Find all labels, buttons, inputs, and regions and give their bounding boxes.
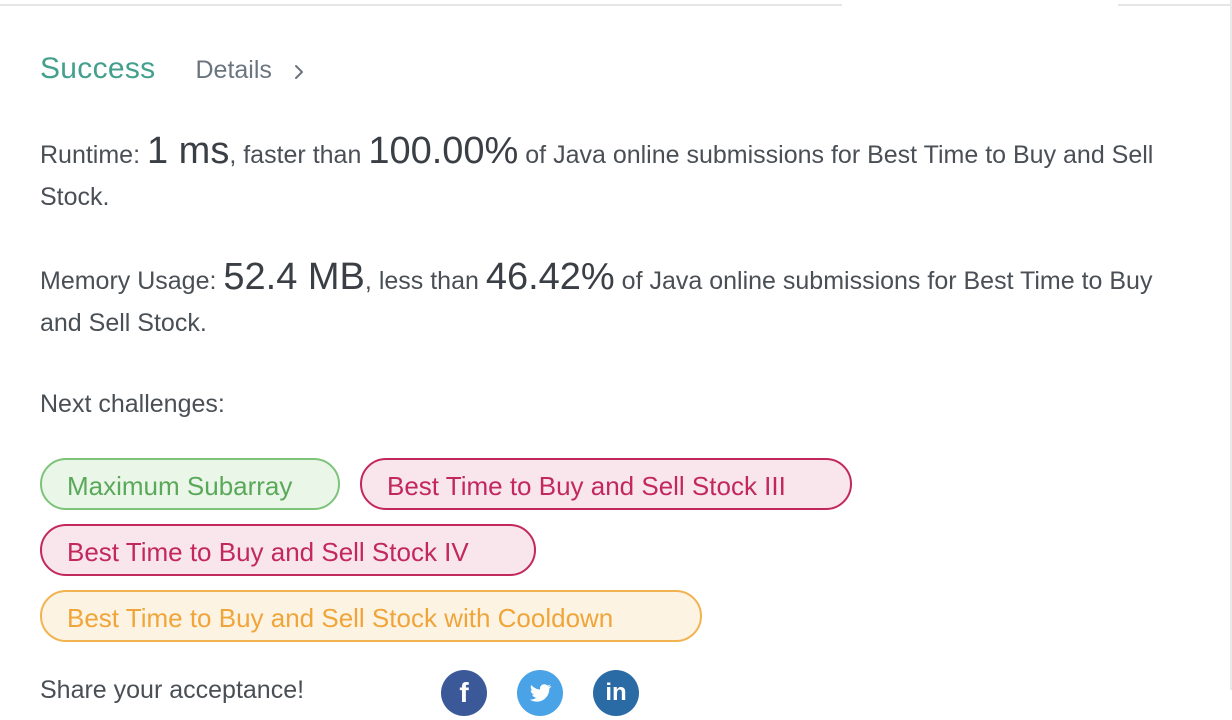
linkedin-icon[interactable]: in [593,670,639,716]
top-tab-bar [0,0,1232,6]
challenge-stock-cooldown[interactable]: Best Time to Buy and Sell Stock with Coo… [40,590,702,642]
runtime-comparison: , faster than [229,141,369,169]
challenge-stock-iii[interactable]: Best Time to Buy and Sell Stock III [360,458,852,510]
challenge-stock-iv[interactable]: Best Time to Buy and Sell Stock IV [40,524,536,576]
runtime-value: 1 ms [146,130,230,172]
memory-label: Memory Usage: [40,267,224,295]
runtime-percent: 100.00% [368,130,519,172]
result-header: Success Details [40,52,308,86]
details-label: Details [195,56,272,84]
memory-percent: 46.42% [485,256,615,298]
tab-underline-left [0,0,842,6]
tab-underline-right [1118,0,1232,6]
twitter-bird-glyph [529,684,552,702]
memory-value: 52.4 MB [223,256,365,298]
share-label: Share your acceptance! [40,676,305,704]
facebook-icon[interactable]: f [441,670,487,716]
runtime-summary: Runtime: 1 ms, faster than 100.00% of Ja… [40,130,1170,218]
runtime-label: Runtime: [40,141,147,169]
memory-summary: Memory Usage: 52.4 MB, less than 46.42% … [40,256,1170,344]
challenge-maximum-subarray[interactable]: Maximum Subarray [40,458,340,510]
chevron-right-icon [294,64,303,79]
memory-comparison: , less than [364,267,486,295]
next-challenges-label: Next challenges: [40,390,225,418]
details-link[interactable]: Details [195,56,307,85]
twitter-icon[interactable] [517,670,563,716]
success-status: Success [40,52,156,85]
